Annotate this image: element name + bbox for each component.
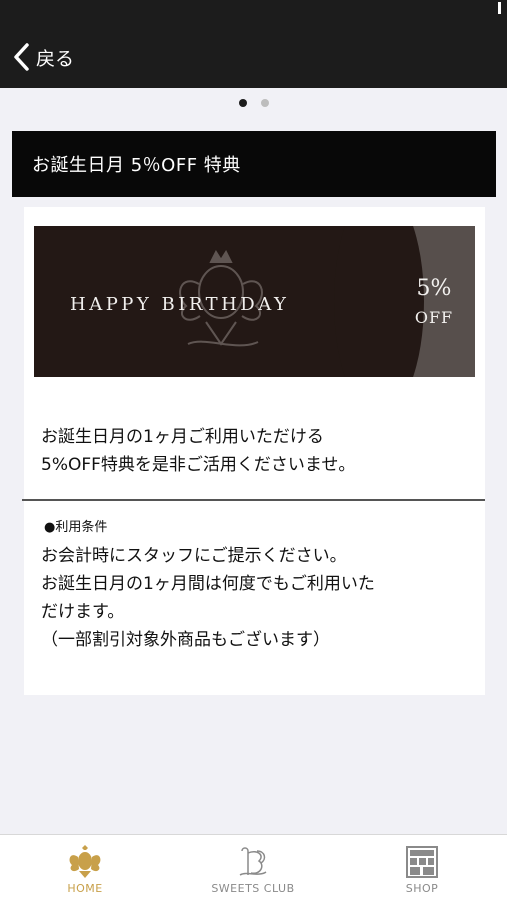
coupon-card: HAPPY BIRTHDAY 5% OFF お誕生日月の1ヶ月ご利用いただける … xyxy=(22,207,485,695)
conditions-heading: ●利用条件 xyxy=(44,520,108,535)
banner-percent: 5% xyxy=(416,276,452,301)
description-line-1: お誕生日月の1ヶ月ご利用いただける xyxy=(41,427,324,447)
page-title: お誕生日月 5％OFF 特典 xyxy=(32,155,241,176)
page-dot-2[interactable] xyxy=(260,99,269,107)
bottom-tab-bar: HOME SWEETS CLUB SHOP xyxy=(0,834,507,901)
banner-off: OFF xyxy=(414,308,454,327)
conditions-line-4: （一部割引対象外商品もございます） xyxy=(41,630,330,650)
divider xyxy=(22,499,485,501)
back-button[interactable]: 戻る xyxy=(12,40,74,74)
tab-sweets-club-label: SWEETS CLUB xyxy=(211,882,295,895)
banner-headline: HAPPY BIRTHDAY xyxy=(70,294,290,315)
home-crest-icon xyxy=(69,845,101,878)
conditions-body: お会計時にスタッフにご提示ください。 お誕生日月の1ヶ月間は何度でもご利用いた … xyxy=(41,542,481,654)
chevron-left-icon xyxy=(14,43,29,71)
top-nav-bar: 戻る xyxy=(0,0,507,88)
page-indicator xyxy=(0,99,507,107)
shop-icon xyxy=(406,846,438,878)
birthday-banner: HAPPY BIRTHDAY 5% OFF xyxy=(34,226,475,377)
coupon-description: お誕生日月の1ヶ月ご利用いただける 5%OFF特典を是非ご活用くださいませ。 xyxy=(41,423,355,479)
back-label: 戻る xyxy=(36,47,75,70)
tab-sweets-club[interactable]: SWEETS CLUB xyxy=(188,835,318,901)
page-dot-1[interactable] xyxy=(238,99,247,107)
tab-home[interactable]: HOME xyxy=(20,835,150,901)
conditions-line-1: お会計時にスタッフにご提示ください。 xyxy=(41,546,347,566)
tab-home-label: HOME xyxy=(67,882,103,895)
banner-curve xyxy=(334,226,424,377)
coupon-title-bar: お誕生日月 5％OFF 特典 xyxy=(12,131,496,197)
description-line-2: 5%OFF特典を是非ご活用くださいませ。 xyxy=(41,455,356,475)
conditions-line-3: だけます。 xyxy=(41,602,125,622)
status-indicator xyxy=(498,2,501,14)
tab-shop[interactable]: SHOP xyxy=(357,835,487,901)
conditions-line-2: お誕生日月の1ヶ月間は何度でもご利用いた xyxy=(41,574,375,594)
tab-shop-label: SHOP xyxy=(405,882,439,895)
sweets-club-logo-icon xyxy=(239,847,267,876)
